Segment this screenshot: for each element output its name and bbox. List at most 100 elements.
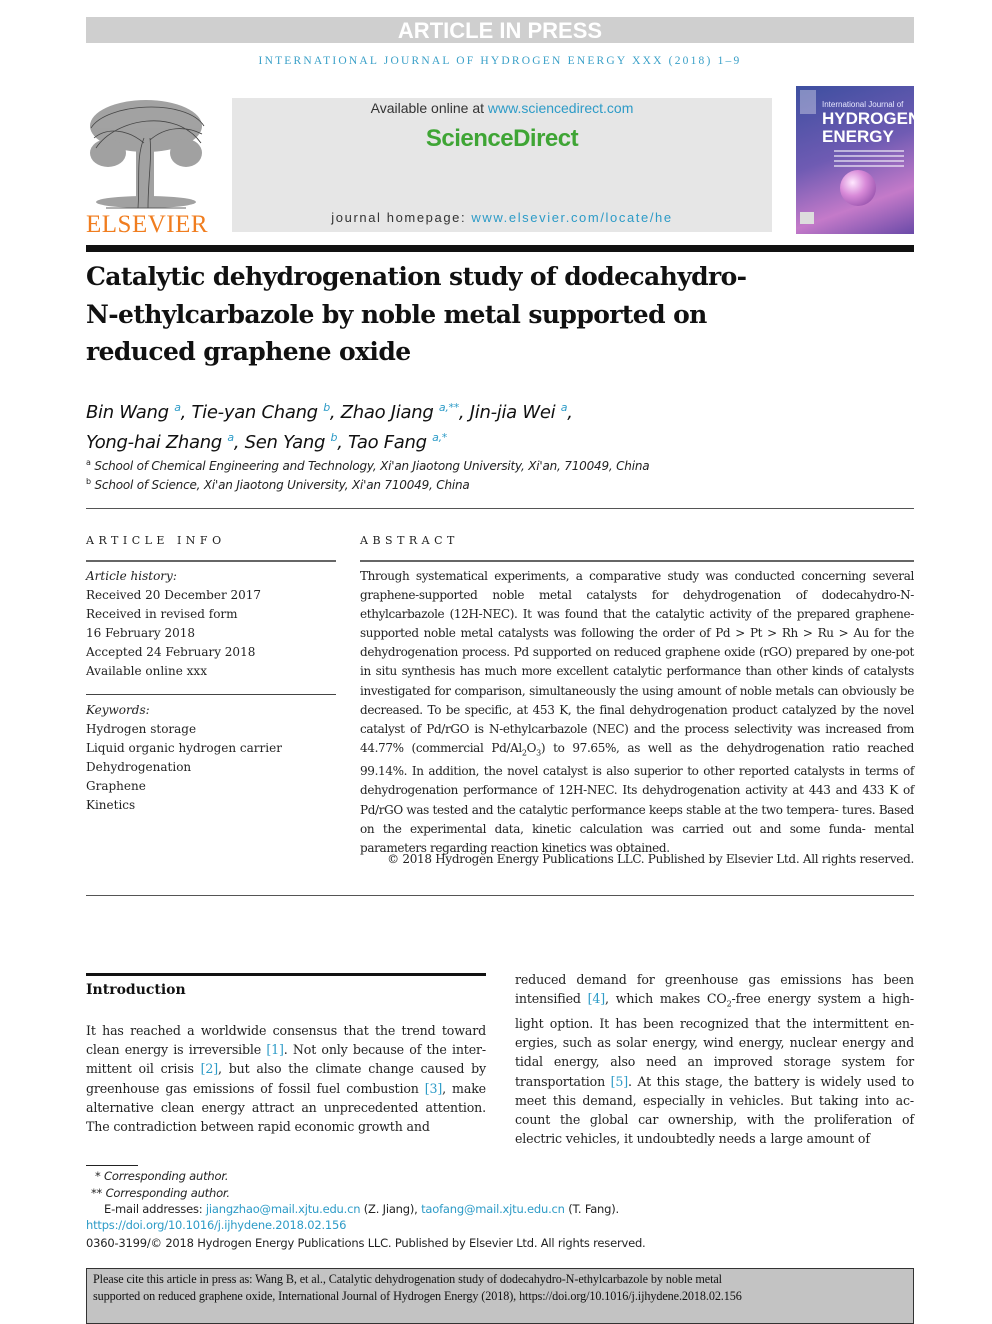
footnote-mark: ** — [91, 1186, 103, 1200]
article-info-heading: ARTICLE INFO — [86, 534, 226, 547]
abstract-text: Through systematical experiments, a comp… — [360, 567, 914, 858]
article-history-label: Article history: — [86, 569, 177, 583]
journal-homepage: journal homepage: www.elsevier.com/locat… — [232, 210, 772, 225]
abstract-copyright: © 2018 Hydrogen Energy Publications LLC.… — [387, 852, 914, 866]
cover-title: HYDROGEN ENERGY — [822, 110, 914, 146]
article-in-press-banner: ARTICLE IN PRESS — [86, 17, 914, 43]
elsevier-tree-logo-icon — [90, 100, 205, 209]
footnote-rule — [86, 1165, 138, 1166]
email-owner: (Z. Jiang), — [360, 1202, 422, 1216]
title-line: reduced graphene oxide — [86, 337, 411, 366]
author-sep: , — [458, 402, 470, 423]
author-affiliation-mark[interactable]: a,** — [439, 401, 459, 414]
elsevier-wordmark: ELSEVIER — [86, 211, 209, 238]
affiliation-key: b — [86, 477, 91, 486]
author-name[interactable]: Yong-hai Zhang — [86, 432, 222, 453]
author-name[interactable]: Zhao Jiang — [341, 402, 434, 423]
author-sep: , — [567, 402, 573, 423]
journal-cover-image: International Journal of HYDROGEN ENERGY — [796, 86, 914, 234]
introduction-rule — [86, 973, 486, 976]
journal-running-head: INTERNATIONAL JOURNAL OF HYDROGEN ENERGY… — [258, 55, 742, 67]
author-name[interactable]: Tao Fang — [348, 432, 427, 453]
citation-text: Please cite this article in press as: Wa… — [93, 1271, 911, 1304]
body-text-span: , which makes CO — [605, 991, 727, 1007]
keyword: Dehydrogenation — [86, 760, 192, 774]
abstract-rule — [360, 560, 914, 562]
author[interactable]: Bin Wang a — [86, 401, 181, 423]
article-history: Article history: Received 20 December 20… — [86, 567, 346, 681]
doi: https://doi.org/10.1016/j.ijhydene.2018.… — [86, 1218, 346, 1232]
keyword: Kinetics — [86, 798, 136, 812]
abstract-part: Through systematical experiments, a comp… — [360, 569, 914, 755]
article-title: Catalytic dehydrogenation study of dodec… — [86, 258, 846, 371]
footnote-text: Corresponding author. — [104, 1169, 229, 1183]
citation-line: Please cite this article in press as: Wa… — [93, 1272, 722, 1286]
email-link-fang[interactable]: taofang@mail.xjtu.edu.cn — [421, 1202, 565, 1216]
affiliation-text: School of Chemical Engineering and Techn… — [94, 459, 650, 473]
author-name[interactable]: Bin Wang — [86, 402, 169, 423]
available-online: Available online at www.sciencedirect.co… — [232, 100, 772, 116]
cover-he-logo-icon — [800, 212, 814, 224]
issn-copyright: 0360-3199/© 2018 Hydrogen Energy Publica… — [86, 1236, 646, 1250]
author[interactable]: Jin-jia Wei a — [470, 401, 568, 423]
affiliation-text: School of Science, Xi'an Jiaotong Univer… — [94, 478, 470, 492]
sciencedirect-brand: ScienceDirect — [425, 125, 579, 152]
abstract-heading: ABSTRACT — [360, 534, 459, 547]
email-owner: (T. Fang). — [564, 1202, 619, 1216]
cover-subtitle: International Journal of — [822, 100, 904, 109]
author-name[interactable]: Jin-jia Wei — [470, 402, 556, 423]
keywords-rule — [86, 694, 336, 695]
reference-link[interactable]: [3] — [425, 1081, 443, 1096]
history-item: Received 20 December 2017 — [86, 588, 262, 602]
keyword: Liquid organic hydrogen carrier — [86, 741, 282, 755]
affiliation-a: a School of Chemical Engineering and Tec… — [86, 458, 786, 473]
affiliation-b: b School of Science, Xi'an Jiaotong Univ… — [86, 477, 786, 492]
introduction-left-column: It has reached a worldwide consensus tha… — [86, 1021, 486, 1136]
abstract-bottom-rule — [86, 895, 914, 896]
abstract-part: ) to 97.65%, as well as the dehydrogenat… — [360, 740, 915, 855]
email-label: E-mail addresses: — [104, 1202, 206, 1216]
author-sep: , — [337, 432, 349, 453]
affiliation-key: a — [86, 458, 91, 467]
reference-link[interactable]: [5] — [611, 1074, 629, 1089]
author[interactable]: Zhao Jiang a,** — [341, 401, 459, 423]
reference-link[interactable]: [4] — [588, 991, 606, 1006]
sciencedirect-link[interactable]: www.sciencedirect.com — [488, 100, 634, 116]
author[interactable]: Tie-yan Chang b — [191, 401, 330, 423]
reference-link[interactable]: [2] — [201, 1061, 219, 1076]
cover-editor-lines — [834, 150, 904, 170]
doi-link[interactable]: https://doi.org/10.1016/j.ijhydene.2018.… — [86, 1218, 346, 1232]
footnote-text: Corresponding author. — [105, 1186, 230, 1200]
keywords-label: Keywords: — [86, 703, 150, 717]
author-affiliation-mark[interactable]: b — [323, 401, 330, 414]
cover-elsevier-logo-icon — [800, 90, 816, 114]
footnote-corresponding-2: ** Corresponding author. — [91, 1186, 230, 1200]
author-name[interactable]: Tie-yan Chang — [191, 402, 318, 423]
author-sep: , — [233, 432, 245, 453]
author[interactable]: Tao Fang a,* — [348, 431, 447, 453]
footnote-emails: E-mail addresses: jiangzhao@mail.xjtu.ed… — [104, 1202, 619, 1216]
keyword: Graphene — [86, 779, 146, 793]
reference-link[interactable]: [1] — [266, 1042, 284, 1057]
email-link-jiang[interactable]: jiangzhao@mail.xjtu.edu.cn — [206, 1202, 361, 1216]
cover-title-line2: ENERGY — [822, 127, 894, 146]
journal-homepage-link[interactable]: www.elsevier.com/locate/he — [471, 210, 672, 225]
keywords: Keywords: Hydrogen storage Liquid organi… — [86, 701, 346, 815]
keyword: Hydrogen storage — [86, 722, 197, 736]
article-info-rule — [86, 560, 336, 562]
introduction-right-column: reduced demand for greenhouse gas emissi… — [515, 970, 914, 1148]
author-name[interactable]: Sen Yang — [245, 432, 326, 453]
footnote-mark: * — [95, 1169, 101, 1183]
abstract-part: O — [526, 740, 537, 755]
author[interactable]: Yong-hai Zhang a — [86, 431, 234, 453]
author-affiliation-mark[interactable]: a,* — [432, 431, 447, 444]
title-line: Catalytic dehydrogenation study of dodec… — [86, 262, 747, 291]
available-online-prefix: Available online at — [370, 100, 488, 116]
author-sep: , — [180, 402, 192, 423]
author[interactable]: Sen Yang b — [245, 431, 338, 453]
header-rule — [86, 245, 914, 252]
history-item: Accepted 24 February 2018 — [86, 645, 256, 659]
footnote-corresponding-1: * Corresponding author. — [95, 1169, 228, 1183]
cover-title-line1: HYDROGEN — [822, 109, 914, 128]
cover-orb-graphic — [840, 170, 876, 206]
